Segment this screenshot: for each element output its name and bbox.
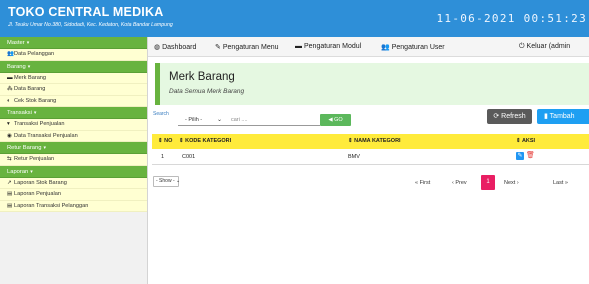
search-field-select[interactable]: - Pilih - ⌄ <box>178 114 228 126</box>
store-address: Jl. Teuku Umar No.380, Sidodadi, Kec. Ke… <box>8 22 173 28</box>
sidebar-section-master[interactable]: Master ▾ <box>0 37 147 49</box>
page-subtitle: Data Semua Merk Barang <box>169 88 245 95</box>
sidebar-item-label: Merk Barang <box>14 74 47 81</box>
delete-icon[interactable]: 🗑 <box>526 152 535 160</box>
chevron-down-icon: ⌄ <box>176 178 181 184</box>
database-icon: ◉ <box>7 132 12 139</box>
power-icon: ⏻ <box>519 43 525 50</box>
dashboard-icon: ◍ <box>154 44 161 51</box>
tambah-button[interactable]: ▮ Tambah <box>537 109 589 124</box>
print-icon: ▤ <box>7 191 13 197</box>
sidebar-item-merk-barang[interactable]: ▬Merk Barang <box>0 72 147 84</box>
sidebar-section-label: Transaksi <box>7 110 32 116</box>
pagination-last[interactable]: Last » <box>553 176 568 190</box>
sidebar-item-label: Transaksi Penjualan <box>14 121 65 127</box>
print-icon: ▤ <box>7 202 13 209</box>
page-header-panel: Merk Barang Data Semua Merk Barang <box>155 63 589 105</box>
caret-down-icon: ▾ <box>33 110 37 116</box>
sidebar-item-label: Laporan Transaksi Pelanggan <box>14 202 89 209</box>
column-header-nama-kategori[interactable]: ⇕ NAMA KATEGORI <box>348 138 401 144</box>
caret-down-icon: ▾ <box>30 168 33 175</box>
cell-no: 1 <box>161 154 165 160</box>
sidebar-item-label: Laporan Stok Barang <box>14 179 67 186</box>
pagination-prev[interactable]: ‹ Prev <box>452 176 467 190</box>
refresh-button[interactable]: ⟳ Refresh <box>487 109 532 124</box>
sidebar-item-transaksi-penjualan[interactable]: ▾ Transaksi Penjualan <box>0 119 147 131</box>
folder-icon: ▬ <box>295 43 302 50</box>
sidebar-section-barang[interactable]: Barang ▾ <box>0 60 147 73</box>
sidebar-menu: Master ▾ 👥Data Pelanggan Barang ▾ ▬Merk Ba… <box>0 37 147 212</box>
sidebar-item-label: Data Barang <box>14 86 46 92</box>
users-icon: 👥 <box>7 51 14 57</box>
caret-down-icon: ▾ <box>26 40 30 46</box>
sidebar-item-label: Laporan Penjualan <box>14 191 61 197</box>
search-input[interactable] <box>228 114 320 126</box>
caret-down-icon: ▾ <box>27 63 31 70</box>
pagination-first[interactable]: « First <box>415 176 430 190</box>
cell-nama-kategori: BMV <box>348 154 360 160</box>
app-header: TOKO CENTRAL MEDIKA Jl. Teuku Umar No.38… <box>0 0 589 37</box>
nav-pengaturan-menu[interactable]: ✎ Pengaturan Menu <box>215 43 279 51</box>
show-select[interactable]: - Show - ⌄ <box>153 176 181 187</box>
search-go-button[interactable]: ◀ GO <box>320 114 351 126</box>
sidebar-item-data-transaksi-penjualan[interactable]: ◉ Data Transaksi Penjualan <box>0 130 147 142</box>
nav-pengaturan-modul[interactable]: ▬ Pengaturan Modul <box>295 43 361 50</box>
sidebar-section-retur-barang[interactable]: Retur Barang ▾ <box>0 142 147 154</box>
sidebar-section-label: Barang <box>7 63 26 70</box>
pagination-page-current[interactable]: 1 <box>481 175 495 190</box>
column-header-no[interactable]: ⇕ NO <box>158 138 172 144</box>
column-header-aksi[interactable]: ⇕ AKSI <box>516 138 535 144</box>
nav-pengaturan-user[interactable]: 👥 Pengaturan User <box>381 43 445 51</box>
sidebar-item-cek-stok-barang[interactable]: ◐ Cek Stok Barang <box>0 95 147 107</box>
nav-dashboard[interactable]: ◍ Dashboard <box>154 43 196 51</box>
cart-icon: ▾ <box>7 121 10 127</box>
cubes-icon: ⁂ <box>7 86 13 92</box>
sidebar-item-label: Retur Penjualan <box>14 156 55 162</box>
brand-title: TOKO CENTRAL MEDIKA <box>8 5 164 19</box>
retur-icon: ⇆ <box>7 156 12 162</box>
sidebar-item-label: Data Transaksi Penjualan <box>14 132 78 139</box>
header-clock: 11-06-2021 00:51:23 <box>436 12 587 25</box>
sidebar-item-laporan-stok-barang[interactable]: ↗ Laporan Stok Barang <box>0 177 147 189</box>
folder-icon: ▬ <box>7 74 13 81</box>
nav-keluar[interactable]: ⏻ Keluar (admin <box>519 43 570 51</box>
table-header: ⇕ NO ⇕ KODE KATEGORI ⇕ NAMA KATEGORI ⇕ A… <box>152 134 589 149</box>
chart-icon: ↗ <box>7 179 12 186</box>
edit-icon[interactable]: ✎ <box>516 152 524 160</box>
chevron-down-icon: ⌄ <box>216 117 222 123</box>
top-navbar: ◍ Dashboard ✎ Pengaturan Menu ▬ Pengaturan … <box>148 37 589 57</box>
sidebar-section-transaksi[interactable]: Transaksi ▾ <box>0 107 147 119</box>
caret-down-icon: ▾ <box>43 145 46 151</box>
circle-icon: ◐ <box>7 97 11 104</box>
search-label: Search <box>153 111 169 117</box>
users-icon: 👥 <box>381 44 390 51</box>
refresh-icon: ⟳ <box>493 113 502 120</box>
column-header-kode-kategori[interactable]: ⇕ KODE KATEGORI <box>179 138 231 144</box>
table-row: 1 C001 BMV ✎ 🗑 <box>152 149 589 165</box>
sidebar-item-laporan-transaksi-pelanggan[interactable]: ▤ Laporan Transaksi Pelanggan <box>0 200 147 212</box>
sidebar-section-label: Retur Barang <box>7 145 42 151</box>
sidebar-item-label: Cek Stok Barang <box>14 97 57 104</box>
page-title: Merk Barang <box>169 71 235 83</box>
sidebar-section-laporan[interactable]: Laporan ▾ <box>0 165 147 178</box>
sidebar: Master ▾ 👥Data Pelanggan Barang ▾ ▬Merk Ba… <box>0 37 148 284</box>
sidebar-section-label: Master <box>7 40 25 46</box>
sidebar-item-data-pelanggan[interactable]: 👥Data Pelanggan <box>0 49 147 61</box>
sidebar-item-retur-penjualan[interactable]: ⇆ Retur Penjualan <box>0 154 147 166</box>
sidebar-item-data-barang[interactable]: ⁂Data Barang <box>0 84 147 96</box>
sidebar-item-label: Data Pelanggan <box>14 51 55 57</box>
pagination-next[interactable]: Next › <box>504 176 519 190</box>
sidebar-section-label: Laporan <box>7 168 29 175</box>
wrench-icon: ✎ <box>215 44 221 51</box>
sidebar-item-laporan-penjualan[interactable]: ▤ Laporan Penjualan <box>0 189 147 201</box>
cell-kode-kategori: C001 <box>182 154 196 160</box>
